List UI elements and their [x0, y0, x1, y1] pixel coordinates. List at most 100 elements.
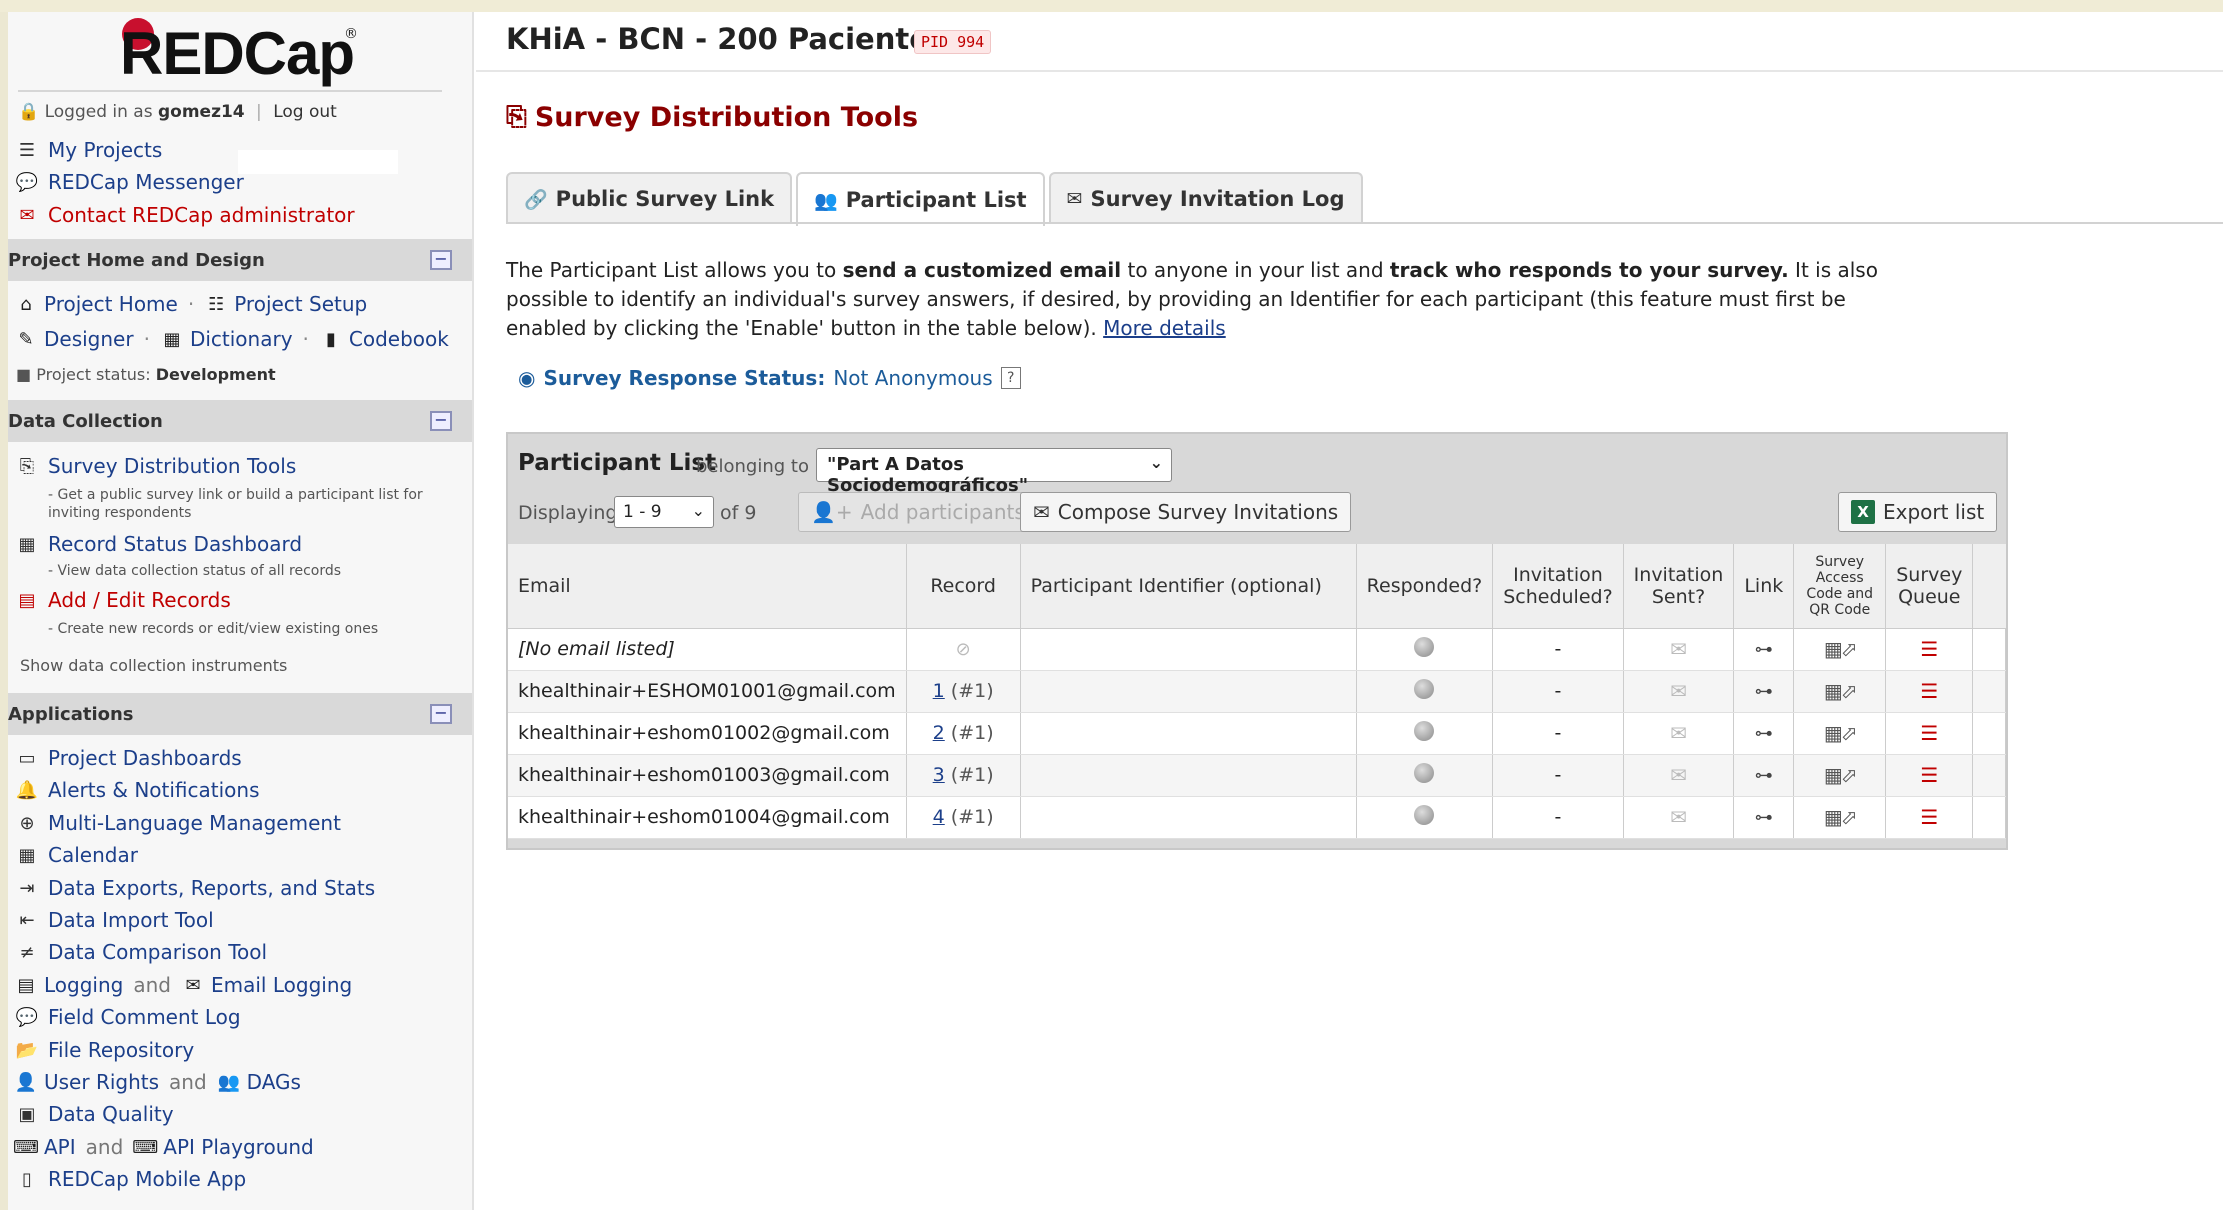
record-link[interactable]: 2 — [933, 722, 945, 744]
collapse-icon[interactable]: − — [430, 704, 452, 724]
mobile-app-link[interactable]: ▯ REDCap Mobile App — [14, 1167, 246, 1191]
collapse-icon[interactable]: − — [430, 411, 452, 431]
col-record[interactable]: Record — [906, 544, 1021, 629]
access-code-cell[interactable]: ▦⬀ — [1793, 670, 1887, 713]
queue-cell[interactable]: ☰ — [1885, 754, 1974, 797]
record-event: (#1) — [950, 806, 994, 828]
col-survey-queue[interactable]: Survey Queue — [1885, 544, 1974, 629]
data-import-link[interactable]: ⇤ Data Import Tool — [14, 908, 214, 932]
chevron-down-icon: ⌄ — [691, 501, 705, 520]
grid-icon: ▦ — [18, 533, 36, 555]
help-icon[interactable]: ? — [1000, 367, 1021, 389]
queue-cell[interactable]: ☰ — [1885, 628, 1974, 671]
of-total-label: of 9 — [720, 502, 757, 524]
tab-survey-invitation-log[interactable]: ✉ Survey Invitation Log — [1048, 172, 1363, 224]
user-rights-row: 👤 User Rights and 👥 DAGs — [14, 1070, 301, 1094]
link-cell[interactable]: ⊶ — [1733, 670, 1795, 713]
project-status-value: Development — [155, 365, 276, 384]
my-projects-label: My Projects — [48, 138, 163, 162]
access-code-cell[interactable]: ▦⬀ — [1793, 628, 1887, 671]
col-access-code[interactable]: Survey Access Code and QR Code — [1793, 544, 1887, 629]
logging-link[interactable]: Logging — [44, 973, 123, 997]
queue-cell[interactable]: ☰ — [1885, 712, 1974, 755]
link-cell[interactable]: ⊶ — [1733, 754, 1795, 797]
api-playground-link[interactable]: API Playground — [163, 1135, 313, 1159]
multi-language-link[interactable]: ⊕ Multi-Language Management — [14, 811, 340, 835]
access-code-cell[interactable]: ▦⬀ — [1793, 712, 1887, 755]
link-cell[interactable]: ⊶ — [1733, 712, 1795, 755]
user-rights-link[interactable]: User Rights — [44, 1070, 159, 1094]
survey-select-value: "Part A Datos Sociodemográficos" — [827, 454, 1029, 496]
redcap-logo[interactable]: REDCap — [120, 18, 355, 90]
queue-cell[interactable]: ☰ — [1885, 796, 1974, 839]
record-link[interactable]: 4 — [933, 806, 945, 828]
empty-cell — [1972, 670, 2006, 713]
sent-cell: ✉ — [1623, 670, 1735, 713]
sidebar-search-box[interactable] — [238, 150, 398, 174]
codebook-link[interactable]: Codebook — [349, 327, 449, 351]
link-cell[interactable]: ⊶ — [1733, 796, 1795, 839]
access-code-cell[interactable]: ▦⬀ — [1793, 796, 1887, 839]
col-responded[interactable]: Responded? — [1356, 544, 1494, 629]
users-group-icon: 👥 — [217, 1071, 240, 1093]
dags-link[interactable]: DAGs — [247, 1070, 301, 1094]
redcap-messenger-link[interactable]: 💬 REDCap Messenger — [14, 170, 244, 194]
calendar-label: Calendar — [48, 843, 138, 867]
survey-distribution-tools-link[interactable]: ⎘ Survey Distribution Tools — [14, 454, 296, 478]
add-edit-records-link[interactable]: ▤ Add / Edit Records — [14, 588, 230, 612]
add-participants-button[interactable]: 👤+ Add participants — [798, 492, 1038, 532]
envelope-icon: ✉ — [1670, 637, 1687, 661]
col-email[interactable]: Email — [508, 544, 907, 629]
record-status-label: Record Status Dashboard — [48, 532, 303, 556]
tab-public-survey-link[interactable]: 🔗 Public Survey Link — [506, 172, 793, 224]
sent-cell: ✉ — [1623, 628, 1735, 671]
logging-row: ▤ Logging and ✉ Email Logging — [14, 973, 352, 997]
api-link[interactable]: API — [44, 1135, 76, 1159]
calendar-link[interactable]: ▦ Calendar — [14, 843, 138, 867]
intro-text: The Participant List allows you to send … — [506, 256, 1906, 343]
my-projects-link[interactable]: ☰ My Projects — [14, 138, 162, 162]
api-icon: ⌨ — [13, 1136, 39, 1158]
queue-cell[interactable]: ☰ — [1885, 670, 1974, 713]
identifier-cell — [1020, 712, 1357, 755]
identifier-cell — [1020, 796, 1357, 839]
col-identifier[interactable]: Participant Identifier (optional) — [1020, 544, 1357, 629]
col-invitation-sent[interactable]: Invitation Sent? — [1623, 544, 1735, 629]
dictionary-link[interactable]: Dictionary — [190, 327, 293, 351]
project-status-label: Project status: — [36, 365, 151, 384]
survey-select[interactable]: "Part A Datos Sociodemográficos" ⌄ — [816, 448, 1172, 496]
logout-link[interactable]: Log out — [273, 102, 337, 122]
data-import-label: Data Import Tool — [48, 908, 214, 932]
data-exports-link[interactable]: ⇥ Data Exports, Reports, and Stats — [14, 876, 375, 900]
field-comment-log-link[interactable]: 💬 Field Comment Log — [14, 1005, 241, 1029]
link-cell[interactable]: ⊶ — [1733, 628, 1795, 671]
range-select[interactable]: 1 - 9 ⌄ — [614, 496, 714, 528]
alerts-link[interactable]: 🔔 Alerts & Notifications — [14, 778, 260, 802]
col-link[interactable]: Link — [1733, 544, 1795, 629]
record-link[interactable]: 1 — [933, 680, 945, 702]
file-export-icon: ⇥ — [19, 877, 35, 899]
collapse-icon[interactable]: − — [430, 250, 452, 270]
data-quality-link[interactable]: ▣ Data Quality — [14, 1102, 173, 1126]
more-details-link[interactable]: More details — [1103, 316, 1226, 340]
col-invitation-scheduled[interactable]: Invitation Scheduled? — [1492, 544, 1624, 629]
record-link[interactable]: 3 — [933, 764, 945, 786]
project-home-link[interactable]: Project Home — [44, 292, 178, 316]
envelope-icon: ✉ — [1670, 763, 1687, 787]
compose-invitations-button[interactable]: ✉ Compose Survey Invitations — [1020, 492, 1352, 532]
export-list-button[interactable]: X Export list — [1838, 492, 1998, 532]
access-code-cell[interactable]: ▦⬀ — [1793, 754, 1887, 797]
email-logging-link[interactable]: Email Logging — [211, 973, 352, 997]
identifier-cell — [1020, 628, 1357, 671]
file-repository-link[interactable]: 📂 File Repository — [14, 1038, 194, 1062]
record-status-dashboard-link[interactable]: ▦ Record Status Dashboard — [14, 532, 302, 556]
show-instruments-link[interactable]: Show data collection instruments — [20, 656, 287, 675]
contact-admin-link[interactable]: ✉ Contact REDCap administrator — [14, 203, 354, 227]
designer-link[interactable]: Designer — [44, 327, 134, 351]
project-dashboards-link[interactable]: ▭ Project Dashboards — [14, 746, 241, 770]
excel-icon: ▦ — [163, 328, 181, 350]
data-comparison-link[interactable]: ≠ Data Comparison Tool — [14, 940, 267, 964]
project-setup-link[interactable]: Project Setup — [234, 292, 367, 316]
tab-participant-list[interactable]: 👥 Participant List — [796, 172, 1045, 226]
email-cell: khealthinair+ESHOM01001@gmail.com — [508, 670, 907, 713]
